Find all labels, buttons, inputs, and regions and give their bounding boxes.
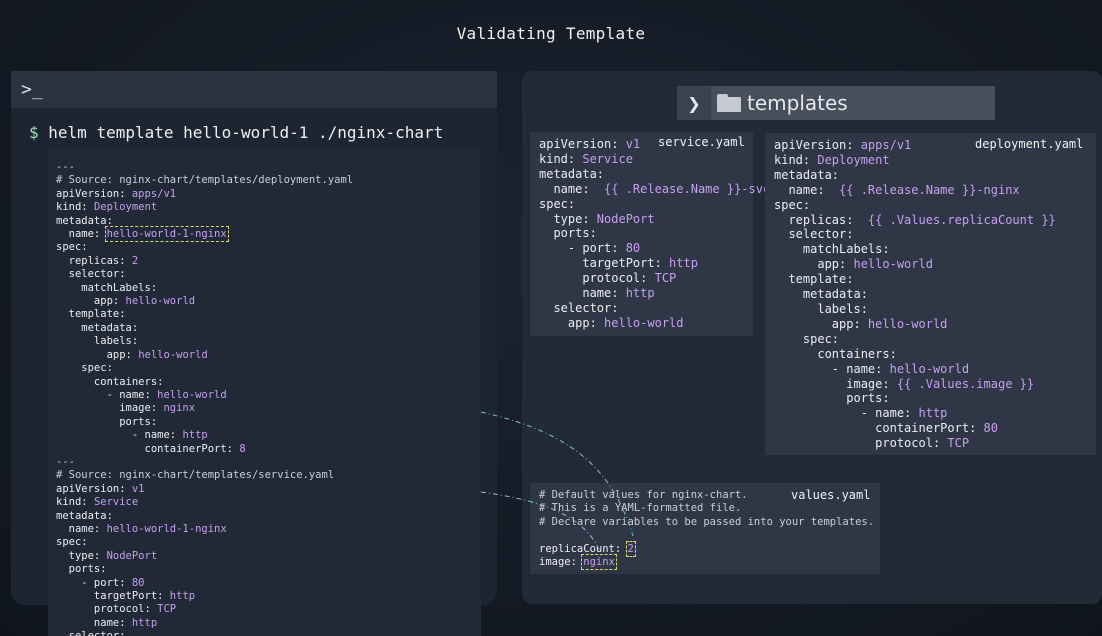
connector-line-image <box>480 491 601 553</box>
connector-line-replicas <box>480 411 634 537</box>
connector-lines <box>480 411 634 553</box>
